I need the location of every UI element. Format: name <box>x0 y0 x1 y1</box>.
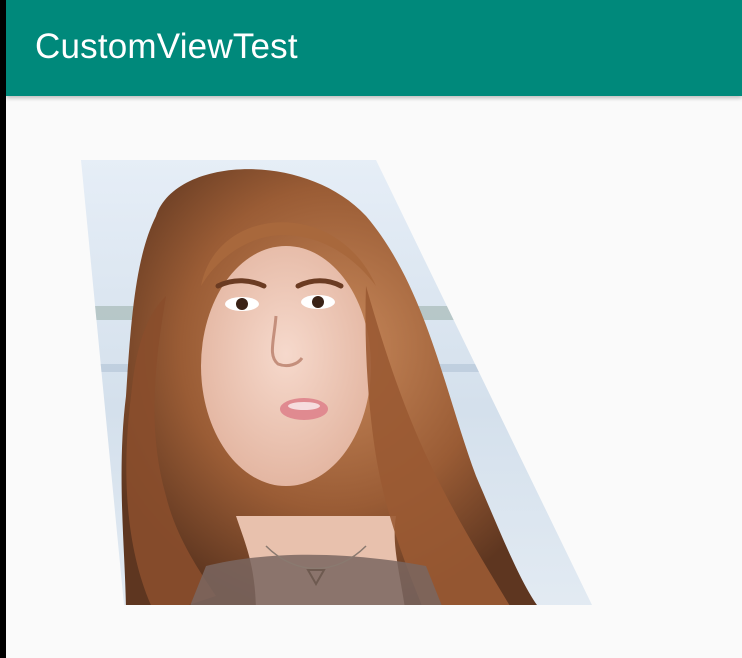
app-bar: CustomViewTest <box>6 0 742 96</box>
content-area <box>6 96 742 658</box>
skewed-portrait-image <box>81 160 592 605</box>
app-title: CustomViewTest <box>35 27 298 66</box>
